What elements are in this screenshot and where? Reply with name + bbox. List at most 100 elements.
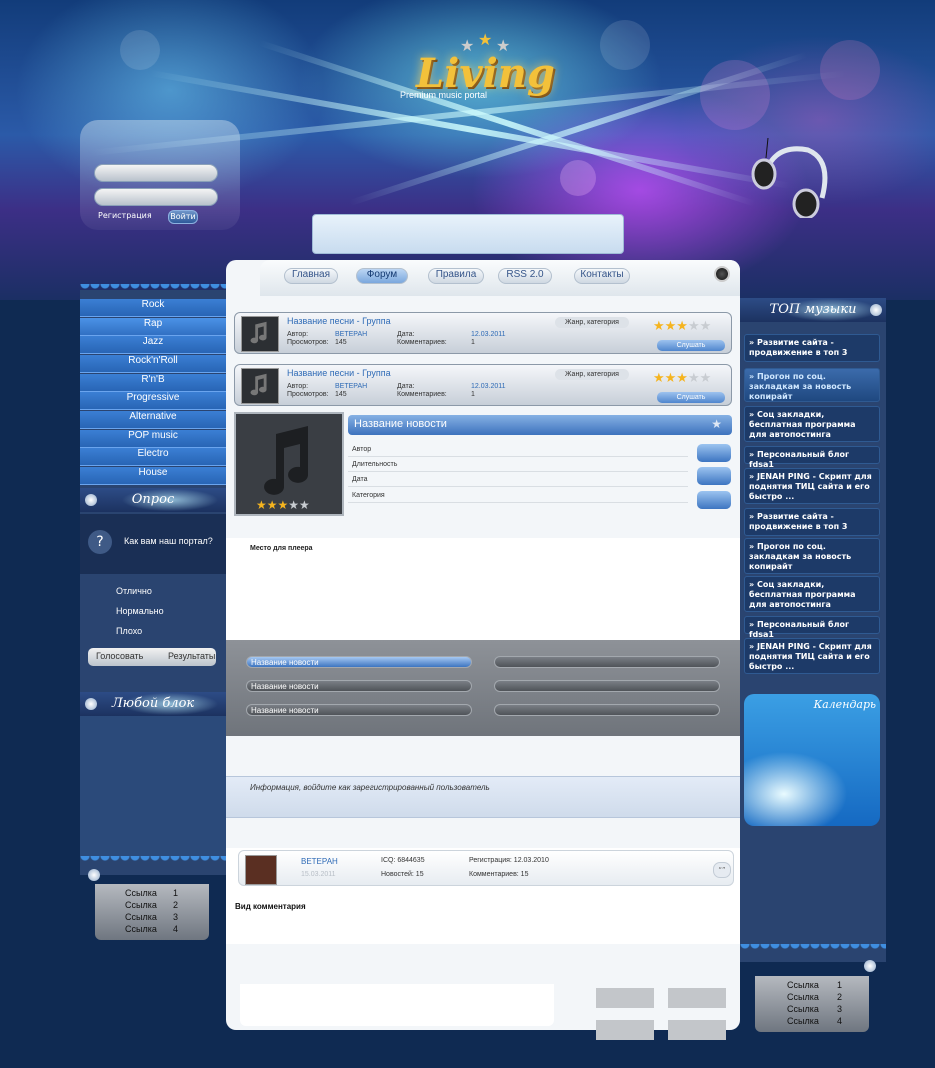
login-panel: Регистрация Войти [80, 120, 240, 230]
tab-forum[interactable]: Форум [356, 268, 408, 284]
rating-stars[interactable]: ★★★★★ [256, 498, 310, 512]
poll-title: Опрос [80, 488, 226, 512]
news-link-empty[interactable] [494, 704, 720, 716]
headphones-icon [751, 138, 828, 218]
song-author[interactable]: ВЕТЕРАН [335, 331, 367, 338]
top-music-item[interactable]: » Персональный блог fdsa1 [744, 616, 880, 639]
genre-item[interactable]: Progressive [80, 392, 226, 410]
link-number: 4 [837, 1016, 843, 1026]
genre-item[interactable]: Rock [80, 299, 226, 317]
link-item[interactable]: Ссылка [787, 1016, 819, 1026]
listen-button[interactable]: Слушать [657, 340, 725, 351]
top-music-item[interactable]: » JENAH PING - Скрипт для поднятия ТИЦ с… [744, 468, 880, 504]
tab-home[interactable]: Главная [284, 268, 338, 284]
top-music-item[interactable]: » Персональный блог fdsa1 [744, 446, 880, 469]
news-link-empty[interactable] [494, 656, 720, 668]
genre-item[interactable]: Rock'n'Roll [80, 355, 226, 373]
vote-button[interactable]: Голосовать [96, 651, 143, 661]
news-field: Категория [348, 488, 688, 503]
site-logo[interactable]: ★ ★ ★ Living Premium music portal [400, 30, 572, 104]
link-item[interactable]: Ссылка [125, 924, 157, 934]
song-title[interactable]: Название песни - Группа [287, 368, 391, 378]
song-author[interactable]: ВЕТЕРАН [335, 383, 367, 390]
headphones-small-icon[interactable] [697, 491, 731, 509]
genre-item[interactable]: Rap [80, 318, 226, 336]
login-button[interactable]: Войти [168, 210, 198, 224]
listen-button[interactable]: Слушать [657, 392, 725, 403]
play-icon[interactable] [697, 467, 731, 485]
top-music-item[interactable]: » JENAH PING - Скрипт для поднятия ТИЦ с… [744, 638, 880, 674]
song-item: Название песни - Группа Автор: ВЕТЕРАН П… [234, 312, 732, 354]
song-cover[interactable] [241, 368, 279, 404]
song-comments: 1 [471, 339, 475, 346]
genre-item[interactable]: R'n'B [80, 374, 226, 392]
top-music-item[interactable]: » Развитие сайта - продвижение в топ 3 [744, 334, 880, 362]
tab-rules[interactable]: Правила [428, 268, 484, 284]
song-views: 145 [335, 339, 347, 346]
question-icon: ? [88, 530, 112, 554]
genre-item[interactable]: Electro [80, 448, 226, 466]
news-cover[interactable]: ★★★★★ [234, 412, 344, 516]
comment-author[interactable]: ВЕТЕРАН [301, 857, 338, 866]
register-link[interactable]: Регистрация [98, 210, 152, 222]
search-input[interactable] [312, 214, 624, 254]
counter-banner[interactable] [596, 1020, 654, 1040]
top-music-item[interactable]: » Прогон по соц. закладкам за новость ко… [744, 368, 880, 402]
top-music-item[interactable]: » Соц закладки, бесплатная программа для… [744, 406, 880, 442]
username-field[interactable] [94, 164, 218, 182]
genre-item[interactable]: Alternative [80, 411, 226, 429]
label: Автор: [287, 383, 309, 390]
quote-icon[interactable]: “” [713, 862, 731, 878]
link-item[interactable]: Ссылка [125, 912, 157, 922]
password-field[interactable] [94, 188, 218, 206]
genre-badge[interactable]: Жанр, категория [555, 369, 629, 380]
news-link[interactable]: Название новости [246, 680, 472, 692]
counter-banner[interactable] [596, 988, 654, 1008]
label: Комментариев: [397, 339, 447, 346]
counter-banner[interactable] [668, 1020, 726, 1040]
tab-contacts[interactable]: Контакты [574, 268, 630, 284]
link-item[interactable]: Ссылка [787, 980, 819, 990]
gear-icon [864, 960, 876, 972]
top-music-item[interactable]: » Развитие сайта - продвижение в топ 3 [744, 508, 880, 536]
news-link[interactable]: Название новости [246, 704, 472, 716]
footer-area [240, 984, 554, 1026]
poll-option[interactable]: Отлично [116, 586, 152, 596]
results-button[interactable]: Результаты [168, 651, 215, 661]
genre-item[interactable]: House [80, 467, 226, 485]
link-item[interactable]: Ссылка [125, 888, 157, 898]
link-item[interactable]: Ссылка [787, 1004, 819, 1014]
counter-banner[interactable] [668, 988, 726, 1008]
poll-option[interactable]: Нормально [116, 606, 164, 616]
link-item[interactable]: Ссылка [125, 900, 157, 910]
player-placeholder[interactable]: Место для плеера [226, 538, 740, 640]
favorite-star-icon[interactable]: ★ [711, 417, 722, 431]
genre-badge[interactable]: Жанр, категория [555, 317, 629, 328]
genre-item[interactable]: Jazz [80, 336, 226, 354]
genre-item[interactable]: POP music [80, 430, 226, 448]
news-title[interactable]: Название новости [354, 418, 447, 430]
news-link-empty[interactable] [494, 680, 720, 692]
music-note-icon [250, 321, 267, 344]
avatar[interactable] [245, 855, 277, 885]
top-music-item[interactable]: » Соц закладки, бесплатная программа для… [744, 576, 880, 612]
top-music-item[interactable]: » Прогон по соц. закладкам за новость ко… [744, 538, 880, 574]
any-block-title: Любой блок [80, 692, 226, 716]
rating-stars[interactable]: ★★★★★ [653, 319, 711, 334]
news-field: Дата [348, 472, 688, 487]
calendar-block[interactable]: Календарь [744, 694, 880, 826]
record-icon[interactable] [714, 266, 730, 282]
link-item[interactable]: Ссылка [787, 992, 819, 1002]
link-number: 2 [837, 992, 843, 1002]
news-field: Автор [348, 442, 688, 457]
rating-stars[interactable]: ★★★★★ [653, 371, 711, 386]
song-cover[interactable] [241, 316, 279, 352]
song-item: Название песни - Группа Автор: ВЕТЕРАН П… [234, 364, 732, 406]
download-icon[interactable] [697, 444, 731, 462]
poll-option[interactable]: Плохо [116, 626, 142, 636]
song-title[interactable]: Название песни - Группа [287, 316, 391, 326]
link-number: 3 [173, 912, 179, 922]
tab-rss[interactable]: RSS 2.0 [498, 268, 552, 284]
comment-registration: Регистрация: 12.03.2010 [469, 857, 549, 864]
news-link[interactable]: Название новости [246, 656, 472, 668]
